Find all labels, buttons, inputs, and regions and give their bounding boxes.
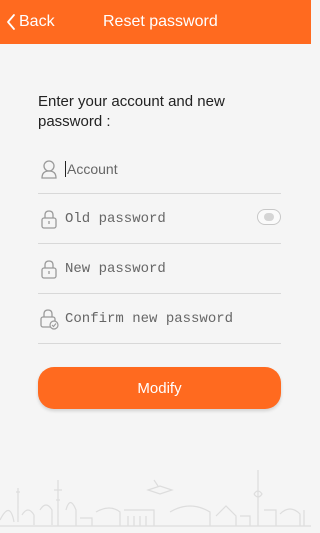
confirm-password-placeholder: Confirm new password <box>65 310 234 327</box>
city-skyline-decoration <box>0 470 311 527</box>
app-header: Back Reset password <box>0 0 311 44</box>
new-password-placeholder: New password <box>65 260 166 277</box>
page-title: Reset password <box>103 13 218 30</box>
new-password-field[interactable]: New password <box>38 244 281 294</box>
lock-icon <box>38 208 60 230</box>
chevron-left-icon <box>7 14 15 30</box>
lock-icon <box>38 258 60 280</box>
old-password-field[interactable]: Old password <box>38 194 281 244</box>
instruction-text: Enter your account and new password : <box>38 93 225 130</box>
user-icon <box>38 158 60 180</box>
back-label: Back <box>19 13 55 30</box>
account-field[interactable]: Account <box>38 144 281 194</box>
account-placeholder: Account <box>67 160 118 177</box>
back-button[interactable]: Back <box>6 0 55 44</box>
modify-button[interactable]: Modify <box>38 367 281 409</box>
old-password-placeholder: Old password <box>65 210 166 227</box>
lock-check-icon <box>38 308 60 330</box>
confirm-password-field[interactable]: Confirm new password <box>38 294 281 344</box>
text-cursor <box>65 160 66 177</box>
show-password-toggle[interactable] <box>257 209 281 225</box>
